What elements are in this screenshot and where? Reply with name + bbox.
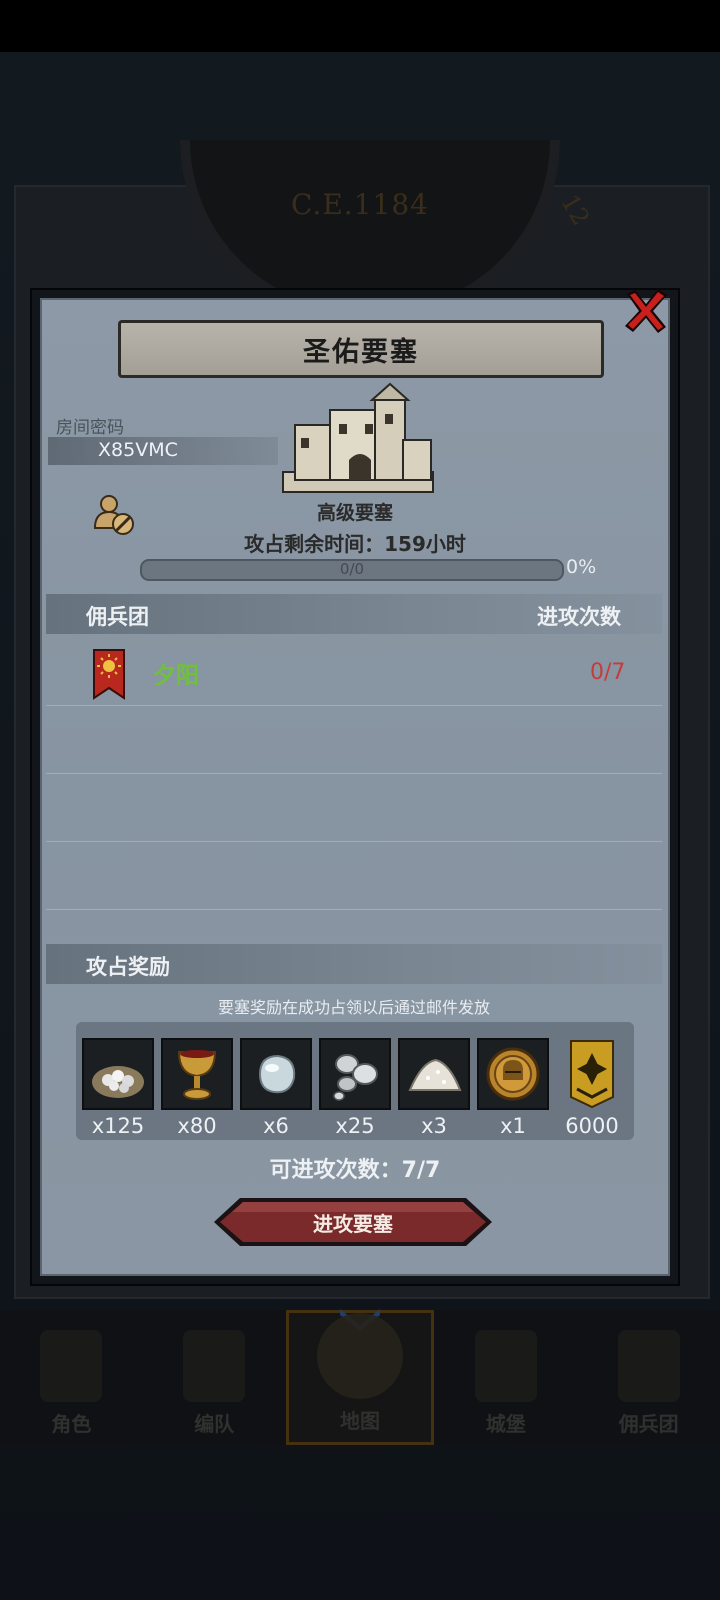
row-divider [46, 773, 662, 774]
attack-fortress-button[interactable]: 进攻要塞 [212, 1196, 494, 1248]
capture-progress-bar: 0/0 [140, 559, 564, 581]
dialog-title: 圣佑要塞 [303, 336, 419, 368]
reward-item[interactable]: x1 [477, 1038, 549, 1138]
sun-banner-icon [93, 649, 125, 700]
guild-name[interactable]: 夕阳 [153, 656, 199, 690]
attack-fortress-label: 进攻要塞 [313, 1211, 393, 1236]
reward-item[interactable]: x6 [240, 1038, 312, 1138]
row-divider [46, 841, 662, 842]
reward-item[interactable]: x125 [82, 1038, 154, 1138]
mercenary-header: 佣兵团 [86, 605, 149, 629]
silver-ingots-icon [333, 1054, 378, 1101]
reward-slot [82, 1038, 154, 1110]
rank-emblem-icon [570, 1040, 614, 1109]
reward-qty: x80 [177, 1114, 217, 1138]
reward-header: 攻占奖励 [86, 955, 170, 979]
available-attacks: 可进攻次数：7/7 [269, 1158, 441, 1183]
reward-item[interactable]: x3 [398, 1038, 470, 1138]
knight-helmet-medal-icon [486, 1047, 540, 1101]
reward-note: 要塞奖励在成功占领以后通过邮件发放 [217, 998, 490, 1017]
moonstone-icon [258, 1054, 296, 1094]
reward-slot [319, 1038, 391, 1110]
golden-goblet-icon [177, 1050, 217, 1100]
close-icon [625, 289, 667, 333]
reward-qty: 6000 [565, 1114, 619, 1138]
silver-ore-sack-icon [92, 1066, 144, 1098]
reward-item[interactable]: 6000 [556, 1038, 628, 1138]
progress-text: 0/0 [339, 560, 365, 578]
title-plate: 圣佑要塞 [118, 320, 604, 378]
reward-slot [398, 1038, 470, 1110]
attacks-header: 进攻次数 [537, 605, 621, 629]
reward-items: x125 x80 x6 x25 x3 x1 6000 [82, 1038, 628, 1138]
fortress-castle-icon [282, 382, 434, 493]
capture-time-left: 攻占剩余时间：159小时 [244, 532, 466, 556]
progress-percent: 0% [566, 556, 597, 578]
salt-pile-icon [408, 1058, 462, 1091]
reward-slot [161, 1038, 233, 1110]
reward-slot [477, 1038, 549, 1110]
close-button[interactable] [620, 285, 672, 337]
reward-qty: x125 [91, 1114, 145, 1138]
fortress-type: 高级要塞 [316, 502, 393, 524]
reward-slot [240, 1038, 312, 1110]
row-divider [46, 909, 662, 910]
reward-item[interactable]: x25 [319, 1038, 391, 1138]
row-divider [46, 705, 662, 706]
guild-attack-count: 0/7 [590, 660, 626, 685]
reward-qty: x1 [500, 1114, 526, 1138]
reward-qty: x25 [335, 1114, 375, 1138]
reward-qty: x6 [263, 1114, 289, 1138]
players-blocked-icon[interactable] [92, 492, 138, 538]
reward-qty: x3 [421, 1114, 447, 1138]
room-code[interactable]: X85VMC [98, 439, 178, 461]
reward-item[interactable]: x80 [161, 1038, 233, 1138]
reward-slot [556, 1038, 628, 1110]
room-password-label: 房间密码 [56, 418, 124, 438]
